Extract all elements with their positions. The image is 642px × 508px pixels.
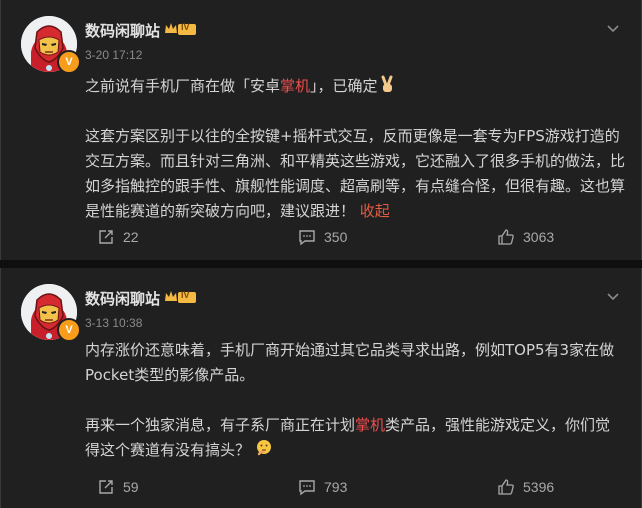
like-button[interactable]: 5396 (497, 478, 554, 496)
thinking-face-icon (256, 440, 271, 456)
share-button[interactable]: 22 (97, 228, 139, 246)
keyword-highlight[interactable]: 掌机 (280, 77, 310, 95)
crown-level-icon (165, 23, 196, 35)
comment-icon (299, 230, 315, 246)
post-card: V 数码闲聊站 IV 3-20 17:12 之前说有手机厂商在做「安卓掌机」，已… (0, 0, 642, 260)
thumbs-up-icon (498, 479, 514, 495)
like-button[interactable]: 3063 (497, 228, 554, 246)
victory-hand-icon (381, 75, 393, 92)
share-count: 22 (123, 229, 139, 245)
thumbs-up-icon (498, 229, 514, 245)
comment-icon (299, 480, 315, 496)
like-count: 3063 (523, 229, 555, 245)
comment-count: 793 (324, 479, 348, 495)
share-icon (99, 480, 113, 494)
comment-button[interactable]: 793 (298, 478, 347, 496)
level-text: IV (181, 22, 190, 32)
username[interactable]: 数码闲聊站 (85, 288, 160, 309)
comment-button[interactable]: 350 (298, 228, 347, 246)
verified-badge: V (57, 318, 81, 342)
share-count: 59 (123, 479, 139, 495)
share-button[interactable]: 59 (97, 478, 139, 496)
username[interactable]: 数码闲聊站 (85, 20, 160, 41)
collapse-link[interactable]: 收起 (360, 202, 390, 220)
post-card: V 数码闲聊站 IV 3-13 10:38 内存涨价还意味着，手机厂商开始通过其… (0, 268, 642, 508)
share-icon (99, 230, 113, 244)
comment-count: 350 (324, 229, 348, 245)
post-content: 之前说有手机厂商在做「安卓掌机」，已确定 这套方案区别于以往的全按键+摇杆式交互… (85, 74, 625, 224)
keyword-highlight[interactable]: 掌机 (355, 416, 385, 434)
content-text: 再来一个独家消息，有子系厂商正在计划 (85, 416, 356, 434)
content-text: 之前说有手机厂商在做「安卓 (85, 77, 281, 95)
content-text: 内存涨价还意味着，手机厂商开始通过其它品类寻求出路，例如TOP5有3家在做Poc… (85, 341, 615, 384)
like-count: 5396 (523, 479, 555, 495)
verified-badge: V (57, 50, 81, 74)
level-badge: IV (163, 289, 197, 305)
post-time[interactable]: 3-20 17:12 (85, 48, 142, 62)
crown-level-icon (165, 291, 196, 303)
content-text: 」，已确定 (310, 77, 378, 95)
level-text: IV (181, 290, 190, 300)
content-text: 这套方案区别于以往的全按键+摇杆式交互，反而更像是一套专为FPS游戏打造的交互方… (85, 127, 626, 220)
post-content: 内存涨价还意味着，手机厂商开始通过其它品类寻求出路，例如TOP5有3家在做Poc… (85, 338, 625, 463)
chevron-down-icon[interactable] (605, 288, 621, 304)
post-time[interactable]: 3-13 10:38 (85, 316, 142, 330)
level-badge: IV (163, 21, 197, 37)
chevron-down-icon[interactable] (605, 20, 621, 36)
